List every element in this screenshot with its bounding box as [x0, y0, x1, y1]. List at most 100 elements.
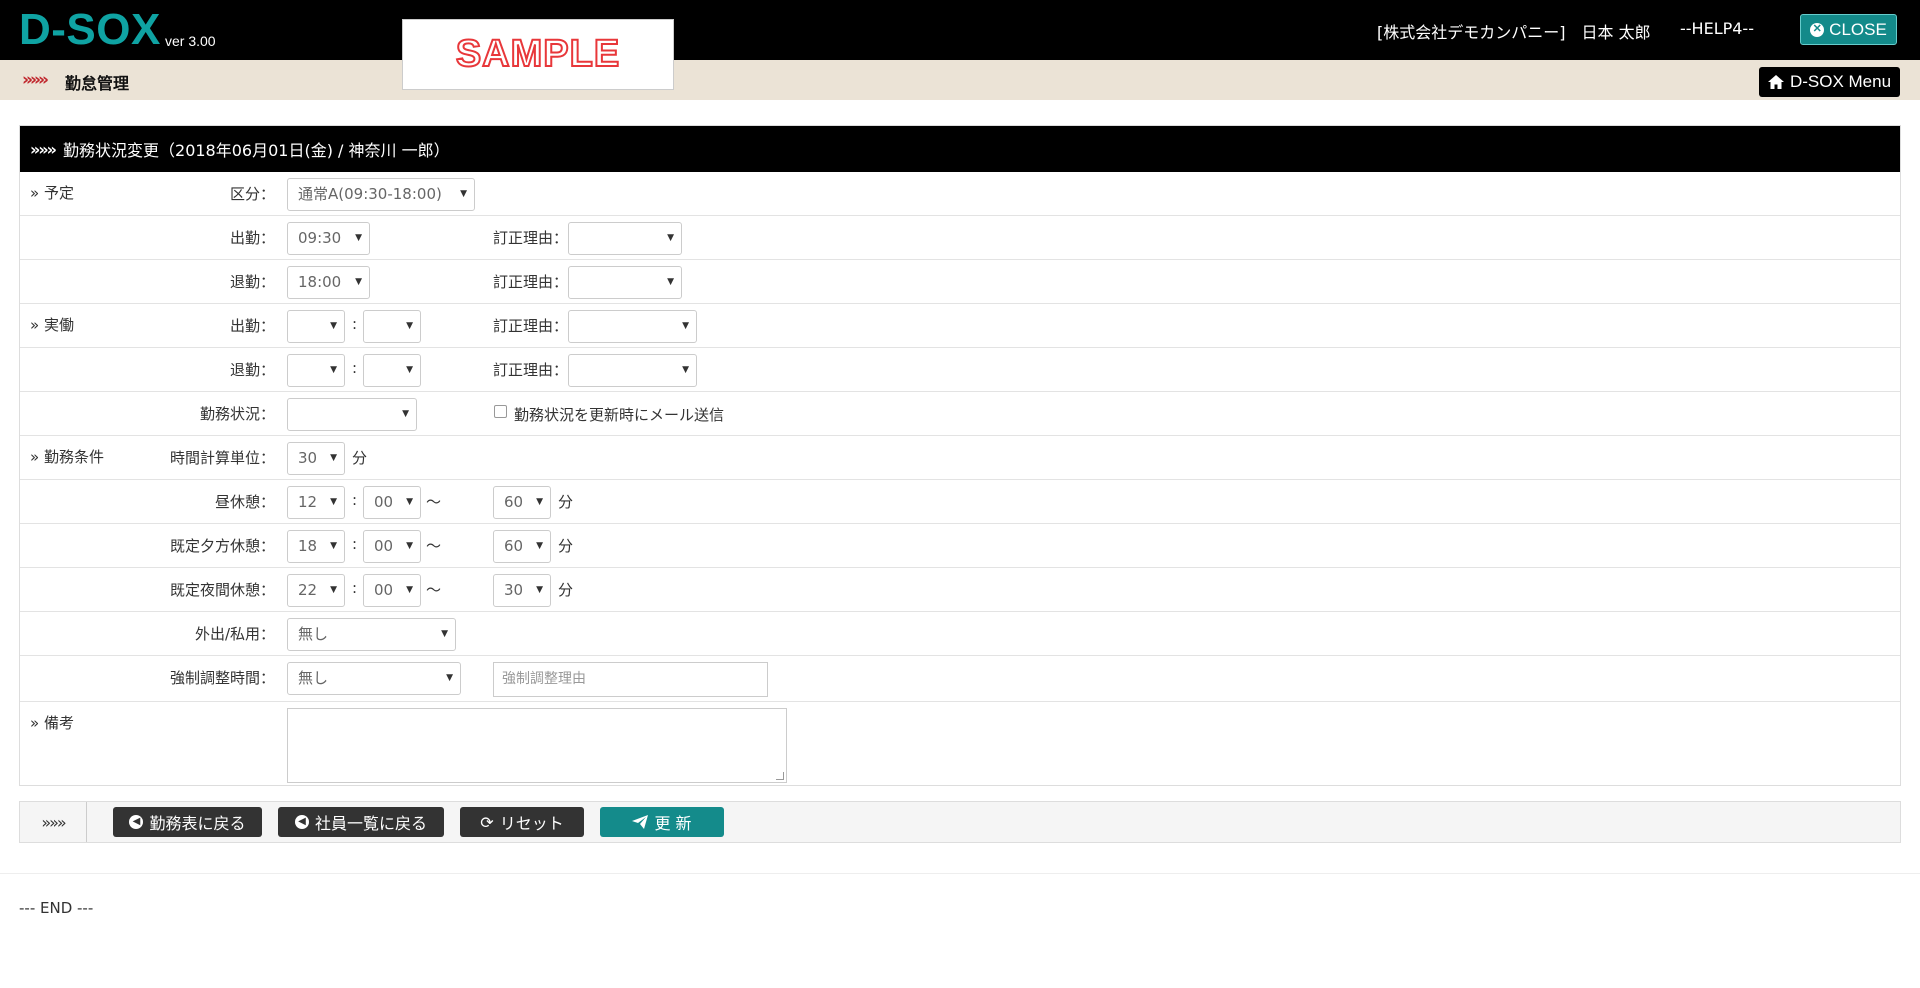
top-bar: D-SOX ver 3.00 [株式会社デモカンパニー] 日本 太郎 --HEL…	[0, 0, 1920, 60]
breadcrumb-chevron-icon: »»»	[22, 70, 49, 90]
yakan-hour-select[interactable]: 22	[287, 574, 345, 607]
mail-send-checkbox-label: 勤務状況を更新時にメール送信	[514, 406, 725, 424]
row-kinmu-jokyo: 勤務状況： 勤務状況を更新時にメール送信	[20, 392, 1900, 436]
time-colon: :	[352, 579, 358, 597]
gaishutsu-label: 外出/私用：	[194, 625, 275, 643]
dsox-menu-label: D-SOX Menu	[1789, 72, 1892, 91]
jitsudo-shukkin-label: 出勤：	[229, 317, 275, 335]
yugata-hour-select[interactable]: 18	[287, 530, 345, 563]
close-button-label: CLOSE	[1829, 19, 1887, 39]
paper-plane-icon	[632, 815, 649, 829]
hiru-kyukei-label: 昼休憩：	[214, 493, 275, 511]
panel-header: »»» 勤務状況変更（2018年06月01日(金) / 神奈川 一郎）	[20, 126, 1900, 172]
refresh-icon: ⟳	[480, 812, 494, 832]
yotei-taikin-label: 退勤：	[229, 273, 275, 291]
row-jitsudo-taikin: 退勤： : 訂正理由：	[20, 348, 1900, 392]
reset-button[interactable]: ⟳ リセット	[460, 807, 584, 837]
time-colon: :	[352, 491, 358, 509]
yotei-shukkin-label: 出勤：	[229, 229, 275, 247]
arrow-left-circle-icon: ◀	[129, 815, 144, 829]
row-kyosei: 強制調整時間： 無し 強制調整理由	[20, 656, 1900, 702]
time-colon: :	[352, 535, 358, 553]
tilde: 〜	[426, 537, 442, 555]
unit-min-label: 分	[558, 537, 574, 555]
end-marker: --- END ---	[19, 899, 94, 917]
gaishutsu-select[interactable]: 無し	[287, 618, 456, 651]
app-version: ver 3.00	[165, 33, 216, 49]
yotei-shukkin-select[interactable]: 09:30	[287, 222, 370, 255]
company-user-label: [株式会社デモカンパニー] 日本 太郎	[1377, 23, 1651, 42]
update-label: 更 新	[654, 814, 692, 833]
row-gaishutsu: 外出/私用： 無し	[20, 612, 1900, 656]
yugata-minute-select[interactable]: 00	[363, 530, 421, 563]
jitsudo-taikin-label: 退勤：	[229, 361, 275, 379]
yugata-kyukei-label: 既定夕方休憩：	[169, 537, 275, 555]
kinmu-jokyo-select[interactable]	[287, 398, 417, 431]
resize-grip-icon[interactable]	[776, 772, 784, 780]
update-button[interactable]: 更 新	[600, 807, 724, 837]
yotei-taikin-teisei-label: 訂正理由：	[493, 273, 569, 291]
mail-send-checkbox[interactable]	[494, 405, 507, 418]
row-jitsudo-shukkin: » 実働 出勤： : 訂正理由：	[20, 304, 1900, 348]
tilde: 〜	[426, 581, 442, 599]
unit-min-label: 分	[558, 581, 574, 599]
yugata-length-select[interactable]: 60	[493, 530, 551, 563]
kyosei-select[interactable]: 無し	[287, 662, 461, 695]
row-kubun: » 予定 区分： 通常A(09:30-18:00)	[20, 172, 1900, 216]
section-yotei: » 予定	[30, 184, 74, 202]
panel-title: 勤務状況変更（2018年06月01日(金) / 神奈川 一郎）	[63, 141, 450, 160]
back-to-employee-list-label: 社員一覧に戻る	[314, 814, 427, 833]
time-colon: :	[352, 315, 358, 333]
jikan-tani-select[interactable]: 30	[287, 442, 345, 475]
panel-marker: »»»	[30, 139, 57, 159]
hiru-length-select[interactable]: 60	[493, 486, 551, 519]
row-yugata-kyukei: 既定夕方休憩： 18 : 00 〜 60 分	[20, 524, 1900, 568]
dsox-menu-button[interactable]: D-SOX Menu	[1759, 67, 1900, 97]
jitsudo-shukkin-teisei-label: 訂正理由：	[493, 317, 569, 335]
reset-label: リセット	[499, 814, 564, 833]
sub-bar: »»» 勤怠管理	[0, 60, 1920, 100]
yotei-taikin-select[interactable]: 18:00	[287, 266, 370, 299]
yotei-taikin-teisei-select[interactable]	[568, 266, 682, 299]
row-jikan-tani: » 勤務条件 時間計算単位： 30 分	[20, 436, 1900, 480]
yakan-length-select[interactable]: 30	[493, 574, 551, 607]
row-yakan-kyukei: 既定夜間休憩： 22 : 00 〜 30 分	[20, 568, 1900, 612]
jitsudo-taikin-minute-select[interactable]	[363, 354, 421, 387]
help-link[interactable]: --HELP4--	[1680, 19, 1754, 38]
close-button[interactable]: ✕ CLOSE	[1800, 14, 1897, 45]
page-title: 勤怠管理	[65, 74, 130, 93]
yakan-minute-select[interactable]: 00	[363, 574, 421, 607]
tilde: 〜	[426, 493, 442, 511]
jitsudo-shukkin-minute-select[interactable]	[363, 310, 421, 343]
jitsudo-taikin-teisei-label: 訂正理由：	[493, 361, 569, 379]
kyosei-reason-input[interactable]: 強制調整理由	[493, 662, 768, 697]
footer-divider	[0, 873, 1920, 874]
jitsudo-taikin-hour-select[interactable]	[287, 354, 345, 387]
hiru-minute-select[interactable]: 00	[363, 486, 421, 519]
sample-badge: SAMPLE	[402, 19, 674, 90]
close-icon: ✕	[1810, 22, 1825, 37]
time-colon: :	[352, 359, 358, 377]
attendance-edit-panel: »»» 勤務状況変更（2018年06月01日(金) / 神奈川 一郎） » 予定…	[19, 125, 1901, 786]
button-bar: »»» ◀ 勤務表に戻る ◀ 社員一覧に戻る ⟳ リセット 更 新	[19, 801, 1901, 843]
unit-min-label: 分	[352, 449, 368, 467]
jitsudo-taikin-teisei-select[interactable]	[568, 354, 697, 387]
yotei-shukkin-teisei-select[interactable]	[568, 222, 682, 255]
jitsudo-shukkin-teisei-select[interactable]	[568, 310, 697, 343]
sample-text: SAMPLE	[455, 32, 621, 76]
back-to-employee-list-button[interactable]: ◀ 社員一覧に戻る	[278, 807, 444, 837]
biko-textarea[interactable]	[287, 708, 787, 783]
row-hiru-kyukei: 昼休憩： 12 : 00 〜 60 分	[20, 480, 1900, 524]
kinmu-jokyo-label: 勤務状況：	[199, 405, 275, 423]
kyosei-label: 強制調整時間：	[169, 669, 275, 687]
hiru-hour-select[interactable]: 12	[287, 486, 345, 519]
yakan-kyukei-label: 既定夜間休憩：	[169, 581, 275, 599]
row-biko: » 備考	[20, 702, 1900, 786]
row-yotei-shukkin: 出勤： 09:30 訂正理由：	[20, 216, 1900, 260]
kubun-select[interactable]: 通常A(09:30-18:00)	[287, 178, 475, 211]
back-to-schedule-button[interactable]: ◀ 勤務表に戻る	[113, 807, 262, 837]
jikan-tani-label: 時間計算単位：	[169, 449, 275, 467]
jitsudo-shukkin-hour-select[interactable]	[287, 310, 345, 343]
home-icon	[1767, 75, 1784, 89]
unit-min-label: 分	[558, 493, 574, 511]
